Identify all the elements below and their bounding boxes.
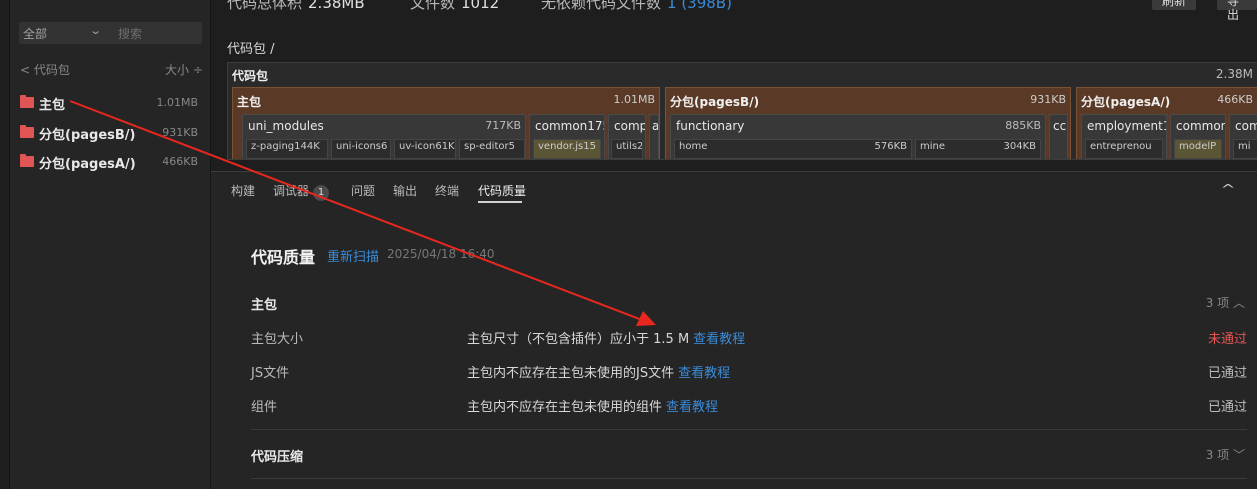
chevron-down-icon[interactable]: ⌄ [89,24,102,37]
tab-problems[interactable]: 问题 [351,182,375,199]
treemap-tile-main[interactable]: 主包 1.01MB uni_modules 717KB z-paging144K… [232,87,660,159]
package-icon [20,154,34,167]
check-description: 主包尺寸（不包含插件）应小于 1.5 M 查看教程 [467,332,746,347]
check-label: 组件 [251,400,278,415]
sort-by-size-button[interactable]: 大小 ÷ [165,61,203,78]
package-size: 466KB [162,155,198,168]
treemap-title: 代码包 [232,69,269,83]
stat-file-count: 文件数 1012 [410,0,500,12]
back-to-packages-link[interactable]: < 代码包 [20,61,70,78]
check-label: 主包大小 [251,332,304,347]
refresh-button[interactable]: 刷新 [1152,0,1197,10]
package-item-pagesA[interactable]: 分包(pagesA/) 466KB [18,151,204,173]
tab-debugger[interactable]: 调试器 1 [273,182,330,201]
bottom-panel: 构建 调试器 1 问题 输出 终端 代码质量 ^ 代码质量 重新扫描 2025/0… [211,171,1257,489]
treemap-tile-functionary[interactable]: functionary 885KB home 576KB mine 304KB [670,114,1046,159]
tab-build[interactable]: 构建 [231,182,255,199]
activity-strip [0,0,10,489]
check-description: 主包内不应存在主包未使用的组件 查看教程 [467,400,719,415]
stat-total-size: 代码总体积 2.38MB [227,0,365,12]
package-name: 分包(pagesB/) [39,128,136,143]
treemap-tile-pagesA[interactable]: 分包(pagesA/) 466KB employment17 entrepren… [1076,87,1257,159]
filter-bar: 全部 ⌄ 搜索 [19,22,202,44]
package-icon [20,95,34,108]
tutorial-link[interactable]: 查看教程 [678,366,730,381]
check-label: JS文件 [251,366,290,381]
tab-output[interactable]: 输出 [393,182,417,199]
section-divider [251,478,1247,479]
section-compress-toggle[interactable]: 3 项 ﹀ [1206,446,1245,463]
check-description: 主包内不应存在主包未使用的JS文件 查看教程 [467,366,731,381]
package-icon [20,125,34,138]
treemap-leaf[interactable]: modelP [1174,139,1222,159]
treemap-tile-common[interactable]: common1 modelP [1170,114,1226,159]
treemap-tile-comp[interactable]: comp utils2 [608,114,646,159]
rescan-link[interactable]: 重新扫描 [327,246,379,265]
section-main-toggle[interactable]: 3 项 ︿ [1206,294,1245,311]
package-item-pagesB[interactable]: 分包(pagesB/) 931KB [18,122,204,144]
treemap-tile-uni-modules[interactable]: uni_modules 717KB z-paging144K uni-icons… [242,114,526,159]
tutorial-link[interactable]: 查看教程 [666,400,718,415]
tab-code-quality[interactable]: 代码质量 [478,182,526,199]
treemap-leaf[interactable]: uni-icons6 [331,139,391,159]
check-status: 未通过 [1207,332,1247,347]
treemap-leaf[interactable]: entreprenou [1085,139,1163,159]
section-divider [251,429,1247,430]
treemap-leaf[interactable]: mi [1233,139,1257,159]
debugger-badge: 1 [313,185,330,201]
code-quality-title: 代码质量 [251,248,316,267]
check-status: 已通过 [1207,366,1247,381]
treemap-leaf[interactable]: sp-editor5 [459,139,525,159]
treemap-leaf[interactable]: z-paging144K [246,139,328,159]
chevron-down-icon: ﹀ [1232,448,1245,462]
treemap-leaf[interactable]: home 576KB [674,139,912,159]
treemap-tile-common[interactable]: common175K vendor.js15 [529,114,605,159]
treemap-tile-employment[interactable]: employment17 entreprenou [1081,114,1167,159]
treemap-tile-a[interactable]: a [649,114,659,159]
package-treemap: 代码包 2.38M 主包 1.01MB uni_modules 717KB z-… [227,62,1257,160]
treemap-leaf[interactable]: mine 304KB [915,139,1041,159]
package-item-main[interactable]: 主包 1.01MB [18,92,204,114]
chevron-up-icon: ︿ [1232,296,1245,310]
treemap-total: 2.38M [1215,67,1253,81]
section-compress-title: 代码压缩 [251,450,304,465]
stats-bar: 代码总体积 2.38MB 文件数 1012 无依赖代码文件数 1 (398B) 刷新 … [211,0,1257,20]
breadcrumb[interactable]: 代码包 / [227,38,275,57]
tab-terminal[interactable]: 终端 [435,182,459,199]
stat-nodep-files: 无依赖代码文件数 1 (398B) [541,0,732,13]
package-name: 分包(pagesA/) [39,157,136,172]
treemap-tile-cc[interactable]: cc [1049,114,1068,159]
check-status: 已通过 [1207,400,1247,415]
export-button[interactable]: 导出 [1217,0,1257,20]
package-name: 主包 [39,98,66,113]
search-input[interactable]: 搜索 [118,25,142,42]
collapse-panel-icon[interactable]: ^ [1220,182,1235,196]
tutorial-link[interactable]: 查看教程 [693,332,745,347]
active-tab-indicator [478,201,522,203]
package-size: 1.01MB [156,96,198,109]
scan-date: 2025/04/18 16:40 [387,247,495,261]
treemap-leaf[interactable]: utils2 [611,139,643,159]
treemap-leaf[interactable]: vendor.js15 [533,139,601,159]
nodep-files-link[interactable]: 1 (398B) [667,0,732,12]
package-size: 931KB [162,126,198,139]
treemap-tile-comp[interactable]: comp mi [1229,114,1257,159]
treemap-leaf[interactable]: uv-icon61K [394,139,456,159]
section-main-title: 主包 [251,298,278,313]
filter-select[interactable]: 全部 [23,25,47,42]
treemap-tile-pagesB[interactable]: 分包(pagesB/) 931KB functionary 885KB home… [665,87,1071,159]
